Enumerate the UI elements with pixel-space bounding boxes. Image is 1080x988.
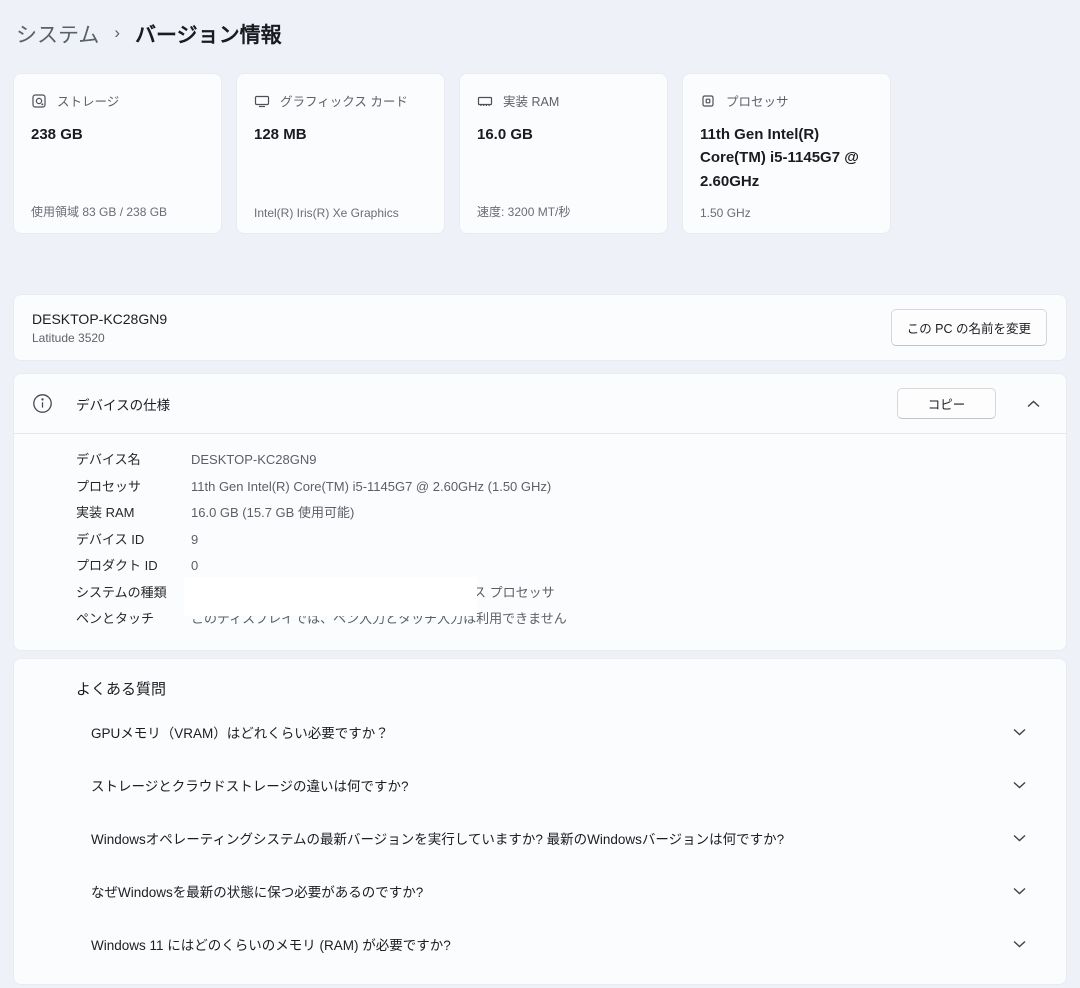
graphics-card-value: 128 MB (254, 123, 427, 146)
faq-row-gpu-vram[interactable]: GPUメモリ（VRAM）はどれくらい必要ですか？ (14, 706, 1066, 759)
device-specs-body: デバイス名 DESKTOP-KC28GN9 プロセッサ 11th Gen Int… (14, 434, 1066, 650)
graphics-card-detail: Intel(R) Iris(R) Xe Graphics (254, 206, 434, 220)
breadcrumb-system[interactable]: システム (16, 19, 99, 49)
graphics-card-icon (254, 93, 270, 109)
ram-card-value: 16.0 GB (477, 123, 650, 146)
processor-card-detail: 1.50 GHz (700, 206, 880, 220)
faq-row-storage-cloud[interactable]: ストレージとクラウドストレージの違いは何ですか? (14, 759, 1066, 812)
ram-card: 実装 RAM 16.0 GB 速度: 3200 MT/秒 (459, 73, 668, 234)
chevron-down-icon (1013, 834, 1026, 842)
device-specs-panel: デバイスの仕様 コピー デバイス名 DESKTOP-KC28GN9 プロセッサ … (13, 373, 1067, 651)
storage-card-detail: 使用領域 83 GB / 238 GB (31, 203, 211, 220)
spec-row-product-id: プロダクト ID 0 (76, 553, 1046, 580)
storage-card-label: ストレージ (57, 91, 119, 110)
spec-row-device-id: デバイス ID 9 (76, 527, 1046, 554)
ram-icon (477, 93, 493, 109)
chevron-up-icon (1027, 400, 1040, 408)
ram-card-label: 実装 RAM (503, 91, 559, 110)
breadcrumb: システム › バージョン情報 (13, 0, 1067, 49)
device-name-panel: DESKTOP-KC28GN9 Latitude 3520 この PC の名前を… (13, 294, 1067, 361)
processor-card-value: 11th Gen Intel(R) Core(TM) i5-1145G7 @ 2… (700, 123, 873, 193)
storage-card: ストレージ 238 GB 使用領域 83 GB / 238 GB (13, 73, 222, 234)
summary-cards: ストレージ 238 GB 使用領域 83 GB / 238 GB グラフィックス… (13, 73, 1067, 234)
chevron-down-icon (1013, 940, 1026, 948)
faq-row-memory-needed[interactable]: Windows 11 にはどのくらいのメモリ (RAM) が必要ですか? (14, 918, 1066, 971)
device-model: Latitude 3520 (32, 331, 167, 345)
processor-icon (700, 93, 716, 109)
graphics-card-card: グラフィックス カード 128 MB Intel(R) Iris(R) Xe G… (236, 73, 445, 234)
storage-icon (31, 93, 47, 109)
faq-row-latest-version[interactable]: Windowsオペレーティングシステムの最新バージョンを実行していますか? 最新… (14, 812, 1066, 865)
breadcrumb-chevron-icon: › (114, 23, 120, 43)
storage-card-value: 238 GB (31, 123, 204, 146)
rename-pc-button[interactable]: この PC の名前を変更 (891, 309, 1047, 346)
settings-about-page: システム › バージョン情報 ストレージ 238 GB 使用領域 83 GB /… (0, 0, 1080, 985)
faq-title: よくある質問 (14, 678, 1066, 699)
graphics-card-label: グラフィックス カード (280, 91, 408, 110)
device-specs-title: デバイスの仕様 (76, 394, 897, 414)
page-title: バージョン情報 (135, 19, 282, 49)
spec-row-device-name: デバイス名 DESKTOP-KC28GN9 (76, 447, 1046, 474)
chevron-down-icon (1013, 728, 1026, 736)
faq-row-keep-updated[interactable]: なぜWindowsを最新の状態に保つ必要があるのですか? (14, 865, 1066, 918)
info-icon (32, 393, 53, 414)
faq-panel: よくある質問 GPUメモリ（VRAM）はどれくらい必要ですか？ ストレージとクラ… (13, 658, 1067, 985)
spec-row-ram: 実装 RAM 16.0 GB (15.7 GB 使用可能) (76, 500, 1046, 527)
ram-card-detail: 速度: 3200 MT/秒 (477, 203, 657, 220)
processor-card-label: プロセッサ (726, 91, 789, 110)
processor-card: プロセッサ 11th Gen Intel(R) Core(TM) i5-1145… (682, 73, 891, 234)
redaction-overlay (184, 577, 477, 616)
faq-list: GPUメモリ（VRAM）はどれくらい必要ですか？ ストレージとクラウドストレージ… (14, 706, 1066, 971)
spec-row-processor: プロセッサ 11th Gen Intel(R) Core(TM) i5-1145… (76, 474, 1046, 501)
copy-button[interactable]: コピー (897, 388, 996, 419)
device-name: DESKTOP-KC28GN9 (32, 311, 167, 327)
chevron-down-icon (1013, 781, 1026, 789)
device-specs-header: デバイスの仕様 コピー (14, 374, 1066, 433)
chevron-down-icon (1013, 887, 1026, 895)
collapse-expander-button[interactable] (1023, 396, 1044, 412)
